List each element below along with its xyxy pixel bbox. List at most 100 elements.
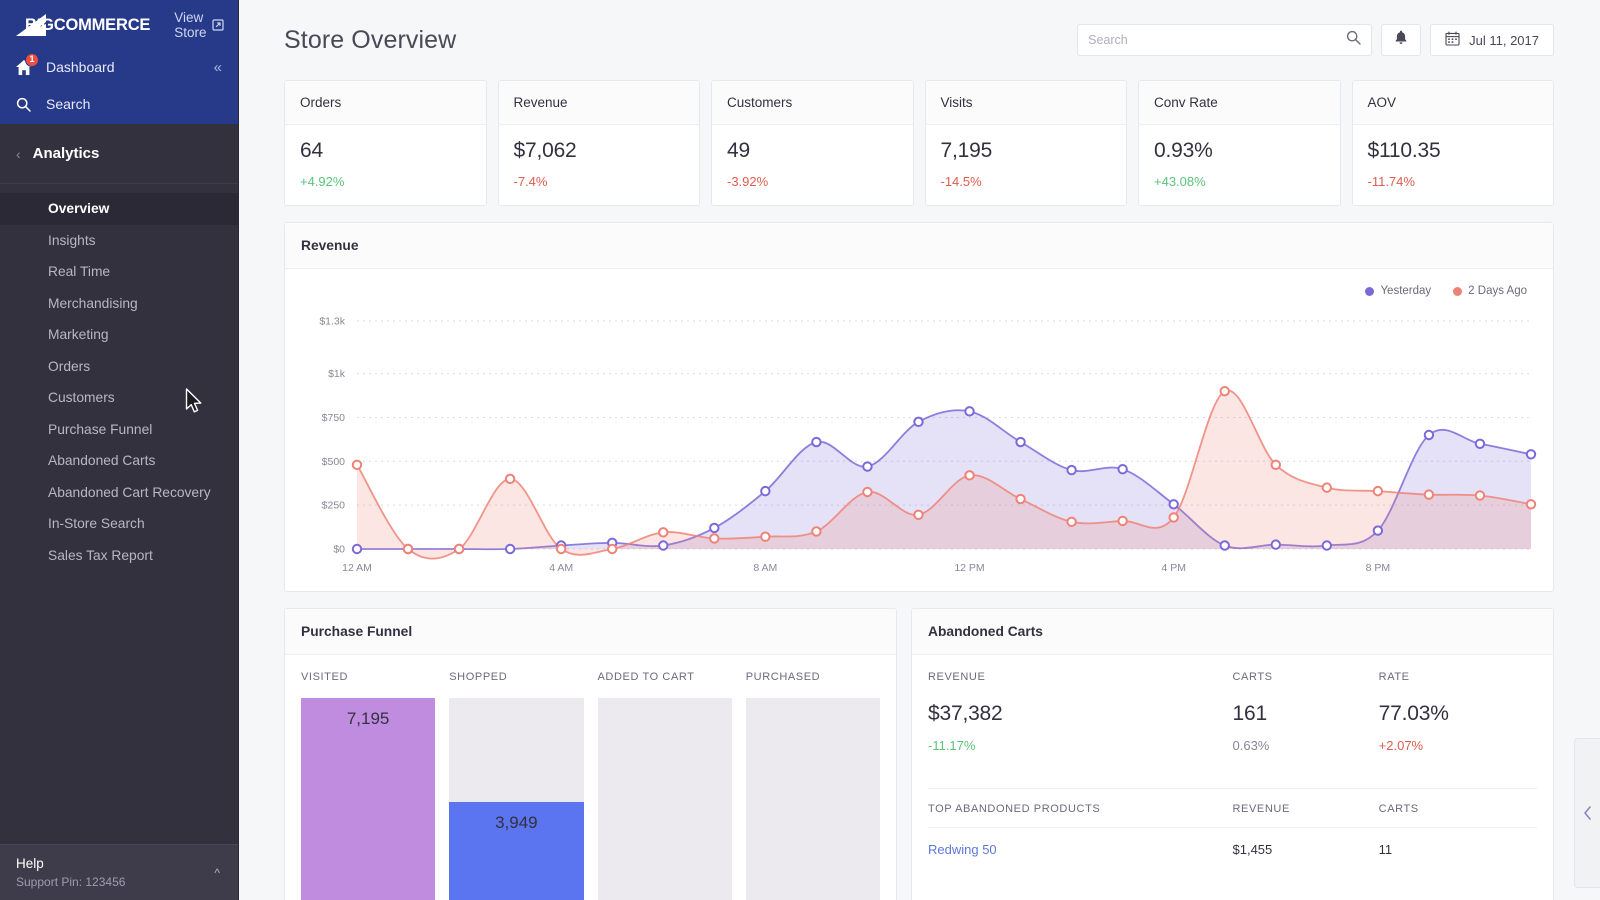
sidebar-item-label: Abandoned Cart Recovery bbox=[48, 484, 211, 500]
kpi-card-customers[interactable]: Customers 49 -3.92% bbox=[711, 80, 914, 206]
stat-label: Rate bbox=[1378, 671, 1410, 683]
sidebar-item-abandoned-cart-recovery[interactable]: Abandoned Cart Recovery bbox=[0, 477, 238, 509]
search-icon[interactable] bbox=[1346, 30, 1361, 50]
dashboard-badge: 1 bbox=[25, 52, 39, 67]
column-header-product: Top Abandoned Products bbox=[928, 803, 1101, 815]
date-range-picker[interactable]: Jul 11, 2017 bbox=[1430, 24, 1554, 56]
stat-value: 161 bbox=[1232, 702, 1268, 725]
topbar-actions: Jul 11, 2017 bbox=[1077, 24, 1554, 56]
funnel-bar-track[interactable]: 7,195 bbox=[301, 698, 436, 900]
search-box[interactable] bbox=[1077, 24, 1373, 56]
notifications-button[interactable] bbox=[1381, 24, 1422, 56]
kpi-body: 7,195 -14.5% bbox=[926, 125, 1127, 205]
sidebar-item-in-store-search[interactable]: In-Store Search bbox=[0, 508, 238, 540]
sidebar-item-label: Real Time bbox=[48, 264, 111, 280]
kpi-header: Visits bbox=[925, 81, 1126, 125]
external-link-icon bbox=[212, 19, 225, 31]
funnel-stage-label: PURCHASED bbox=[745, 671, 821, 683]
svg-text:$500: $500 bbox=[322, 456, 346, 468]
sidebar-item-label: Marketing bbox=[48, 327, 109, 343]
svg-text:$250: $250 bbox=[322, 500, 346, 512]
sidebar-nav-list: Overview Insights Real Time Merchandisin… bbox=[0, 184, 238, 844]
funnel-bar-value: 7,195 bbox=[346, 709, 390, 728]
funnel-bar-track[interactable]: 219 bbox=[597, 698, 732, 900]
sidebar-item-label: Customers bbox=[48, 390, 115, 406]
kpi-card-orders[interactable]: Orders 64 +4.92% bbox=[284, 80, 487, 206]
view-store-link[interactable]: View Store bbox=[174, 10, 225, 40]
chevron-up-icon[interactable]: ^ bbox=[214, 866, 220, 880]
sidebar-item-real-time[interactable]: Real Time bbox=[0, 256, 238, 288]
sidebar-item-merchandising[interactable]: Merchandising bbox=[0, 288, 238, 320]
purchase-funnel-header: Purchase Funnel bbox=[285, 609, 896, 655]
funnel-columns: VISITED 7,195 SHOPPED 3,949 ADDED TO CAR… bbox=[301, 671, 880, 900]
kpi-card-revenue[interactable]: Revenue $7,062 -7.4% bbox=[497, 80, 700, 206]
svg-text:4 PM: 4 PM bbox=[1161, 562, 1186, 574]
abandoned-carts-header: Abandoned Carts bbox=[912, 609, 1553, 655]
sidebar-item-orders[interactable]: Orders bbox=[0, 351, 238, 383]
kpi-body: 0.93% +43.08% bbox=[1139, 125, 1340, 205]
kpi-header: Orders bbox=[285, 81, 486, 125]
table-row[interactable]: Redwing 50 $1,455 11 bbox=[928, 827, 1537, 857]
sidebar-item-overview[interactable]: Overview bbox=[0, 193, 238, 225]
svg-text:12 PM: 12 PM bbox=[954, 562, 984, 574]
help-panel[interactable]: Help Support Pin: 123456 ^ bbox=[0, 844, 238, 900]
main-content: Store Overview Jul 11, 2017 bbox=[239, 0, 1600, 900]
kpi-delta: -11.74% bbox=[1367, 174, 1415, 189]
abandoned-carts-body: Revenue $37,382 -11.17% Carts 161 0.63% … bbox=[912, 655, 1553, 857]
sidebar-item-customers[interactable]: Customers bbox=[0, 382, 238, 414]
sidebar-item-label: Purchase Funnel bbox=[48, 421, 153, 437]
sidebar-item-marketing[interactable]: Marketing bbox=[0, 319, 238, 351]
table-header-row: Top Abandoned Products Revenue Carts bbox=[928, 789, 1537, 827]
sidebar-item-dashboard[interactable]: 1 Dashboard « bbox=[0, 50, 238, 84]
stat-label: Carts bbox=[1232, 671, 1273, 683]
search-input[interactable] bbox=[1088, 33, 1347, 47]
kpi-card-visits[interactable]: Visits 7,195 -14.5% bbox=[924, 80, 1127, 206]
sidebar-item-insights[interactable]: Insights bbox=[0, 225, 238, 257]
revenue-chart[interactable]: Yesterday 2 Days Ago $0 $250 $500 $750 $1k $1… bbox=[285, 269, 1553, 591]
kpi-header: AOV bbox=[1352, 81, 1553, 125]
purchase-funnel-title: Purchase Funnel bbox=[301, 624, 413, 639]
kpi-value: 64 bbox=[300, 139, 323, 162]
calendar-icon bbox=[1445, 31, 1460, 49]
funnel-stage-label: ADDED TO CART bbox=[597, 671, 695, 683]
stat-carts: Carts 161 0.63% bbox=[1233, 671, 1379, 753]
abandoned-carts-panel: Abandoned Carts Revenue $37,382 -11.17% … bbox=[911, 608, 1554, 900]
stat-rate: Rate 77.03% +2.07% bbox=[1379, 671, 1537, 753]
kpi-label: AOV bbox=[1367, 95, 1397, 110]
sidebar-top-blue-section: BIGCOMMERCE View Store 1 Dashboard « Sea… bbox=[0, 0, 238, 124]
kpi-delta: -14.5% bbox=[940, 174, 982, 189]
kpi-row: Orders 64 +4.92% Revenue $7,062 -7.4% Cu… bbox=[284, 80, 1554, 206]
drawer-toggle-handle[interactable] bbox=[1574, 738, 1600, 888]
bell-icon bbox=[1394, 30, 1408, 50]
stat-label: Revenue bbox=[928, 671, 986, 683]
sidebar-item-abandoned-carts[interactable]: Abandoned Carts bbox=[0, 445, 238, 477]
revenue-panel-header: Revenue bbox=[285, 223, 1553, 269]
sidebar-item-label: Orders bbox=[48, 358, 91, 374]
kpi-value: 49 bbox=[727, 139, 750, 162]
funnel-column-purchased: PURCHASED 67 bbox=[745, 671, 880, 900]
funnel-bar-track[interactable]: 67 bbox=[745, 698, 880, 900]
sidebar-collapse-icon[interactable]: « bbox=[214, 60, 222, 75]
date-range-label: Jul 11, 2017 bbox=[1469, 32, 1539, 48]
svg-text:8 AM: 8 AM bbox=[753, 562, 777, 574]
svg-text:$0: $0 bbox=[333, 544, 345, 556]
funnel-bar-track[interactable]: 3,949 bbox=[449, 698, 584, 900]
top-abandoned-products-table: Top Abandoned Products Revenue Carts Red… bbox=[928, 788, 1537, 857]
chevron-left-icon[interactable]: ‹ bbox=[16, 147, 21, 161]
revenue-panel-title: Revenue bbox=[301, 238, 359, 253]
sidebar-item-purchase-funnel[interactable]: Purchase Funnel bbox=[0, 414, 238, 446]
sidebar-item-sales-tax-report[interactable]: Sales Tax Report bbox=[0, 540, 238, 572]
kpi-body: $110.35 -11.74% bbox=[1353, 125, 1554, 205]
svg-text:4 AM: 4 AM bbox=[549, 562, 573, 574]
kpi-header: Revenue bbox=[498, 81, 699, 125]
kpi-card-aov[interactable]: AOV $110.35 -11.74% bbox=[1351, 80, 1554, 206]
svg-text:12 AM: 12 AM bbox=[342, 562, 372, 574]
revenue-chart-axis-labels: $0 $250 $500 $750 $1k $1.3k 12 AM 4 AM 8 AM 12 PM… bbox=[319, 316, 1390, 575]
stat-value: $37,382 bbox=[928, 702, 1003, 725]
kpi-card-conv-rate[interactable]: Conv Rate 0.93% +43.08% bbox=[1138, 80, 1341, 206]
search-icon bbox=[16, 97, 38, 112]
brand-header: BIGCOMMERCE View Store bbox=[0, 0, 238, 50]
product-link[interactable]: Redwing 50 bbox=[928, 842, 997, 857]
bigcommerce-logo[interactable]: BIGCOMMERCE bbox=[16, 14, 150, 36]
sidebar-item-search[interactable]: Search bbox=[0, 84, 238, 124]
